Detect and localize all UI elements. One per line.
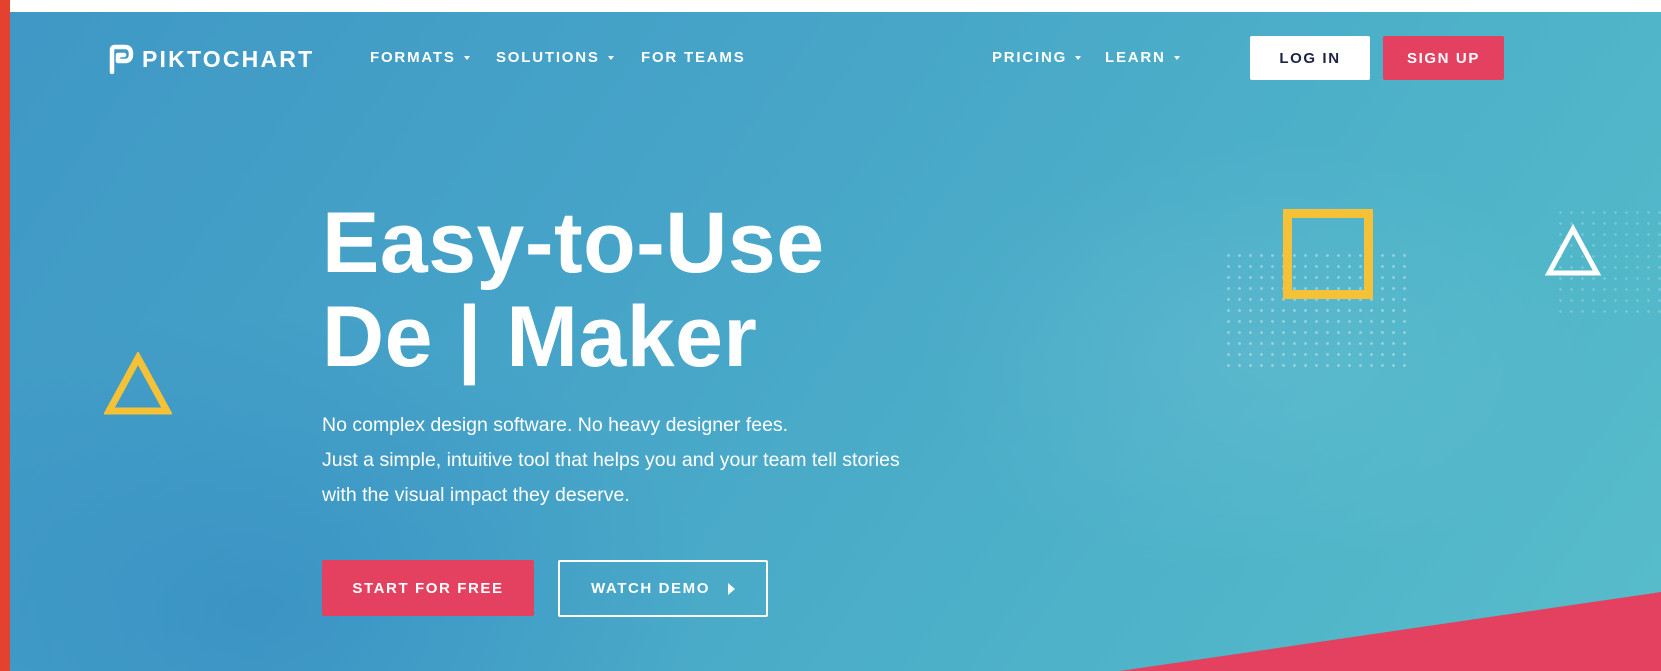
yellow-triangle-outline-icon [104, 352, 172, 415]
nav-item-solutions[interactable]: SOLUTIONS [496, 49, 614, 66]
headline-line-2: De | Maker [322, 289, 758, 385]
subtext-line-3: with the visual impact they deserve. [322, 484, 630, 506]
hero-section: PIKTOCHART FORMATS SOLUTIONS FOR TEAMS P… [10, 12, 1661, 671]
play-caret-icon [728, 582, 736, 595]
brand-name: PIKTOCHART [142, 45, 315, 72]
caret-down-icon [607, 55, 614, 60]
watch-demo-label: WATCH DEMO [590, 580, 711, 597]
nav-item-label: FOR TEAMS [641, 49, 746, 66]
hero-subtext: No complex design software. No heavy des… [322, 408, 900, 513]
left-edge-strip [0, 0, 10, 671]
nav-item-learn[interactable]: LEARN [1105, 49, 1180, 66]
nav-item-pricing[interactable]: PRICING [992, 49, 1082, 66]
nav-item-formats[interactable]: FORMATS [370, 49, 470, 66]
subtext-line-1: No complex design software. No heavy des… [322, 414, 789, 436]
nav-item-label: LEARN [1105, 49, 1166, 66]
white-triangle-outline-icon [1545, 224, 1601, 276]
yellow-square-outline-icon [1283, 209, 1373, 299]
caret-down-icon [1173, 55, 1180, 60]
caret-down-icon [1075, 55, 1082, 60]
signup-button[interactable]: SIGN UP [1383, 36, 1504, 80]
pink-diagonal-shape [1120, 592, 1661, 671]
subtext-line-2: Just a simple, intuitive tool that helps… [322, 449, 900, 471]
hero-headline: Easy-to-Use De | Maker [322, 196, 825, 384]
watch-demo-button[interactable]: WATCH DEMO [558, 560, 768, 617]
start-for-free-button[interactable]: START FOR FREE [322, 560, 534, 616]
login-button[interactable]: LOG IN [1250, 36, 1370, 80]
caret-down-icon [463, 55, 470, 60]
piktochart-logo[interactable]: PIKTOCHART [108, 44, 314, 74]
nav-item-label: SOLUTIONS [496, 49, 600, 66]
nav-item-for-teams[interactable]: FOR TEAMS [641, 49, 746, 66]
nav-item-label: PRICING [992, 49, 1068, 66]
piktochart-logo-icon [109, 44, 134, 74]
page: PIKTOCHART FORMATS SOLUTIONS FOR TEAMS P… [0, 0, 1661, 671]
headline-line-1: Easy-to-Use [322, 195, 825, 291]
nav-item-label: FORMATS [370, 49, 456, 66]
